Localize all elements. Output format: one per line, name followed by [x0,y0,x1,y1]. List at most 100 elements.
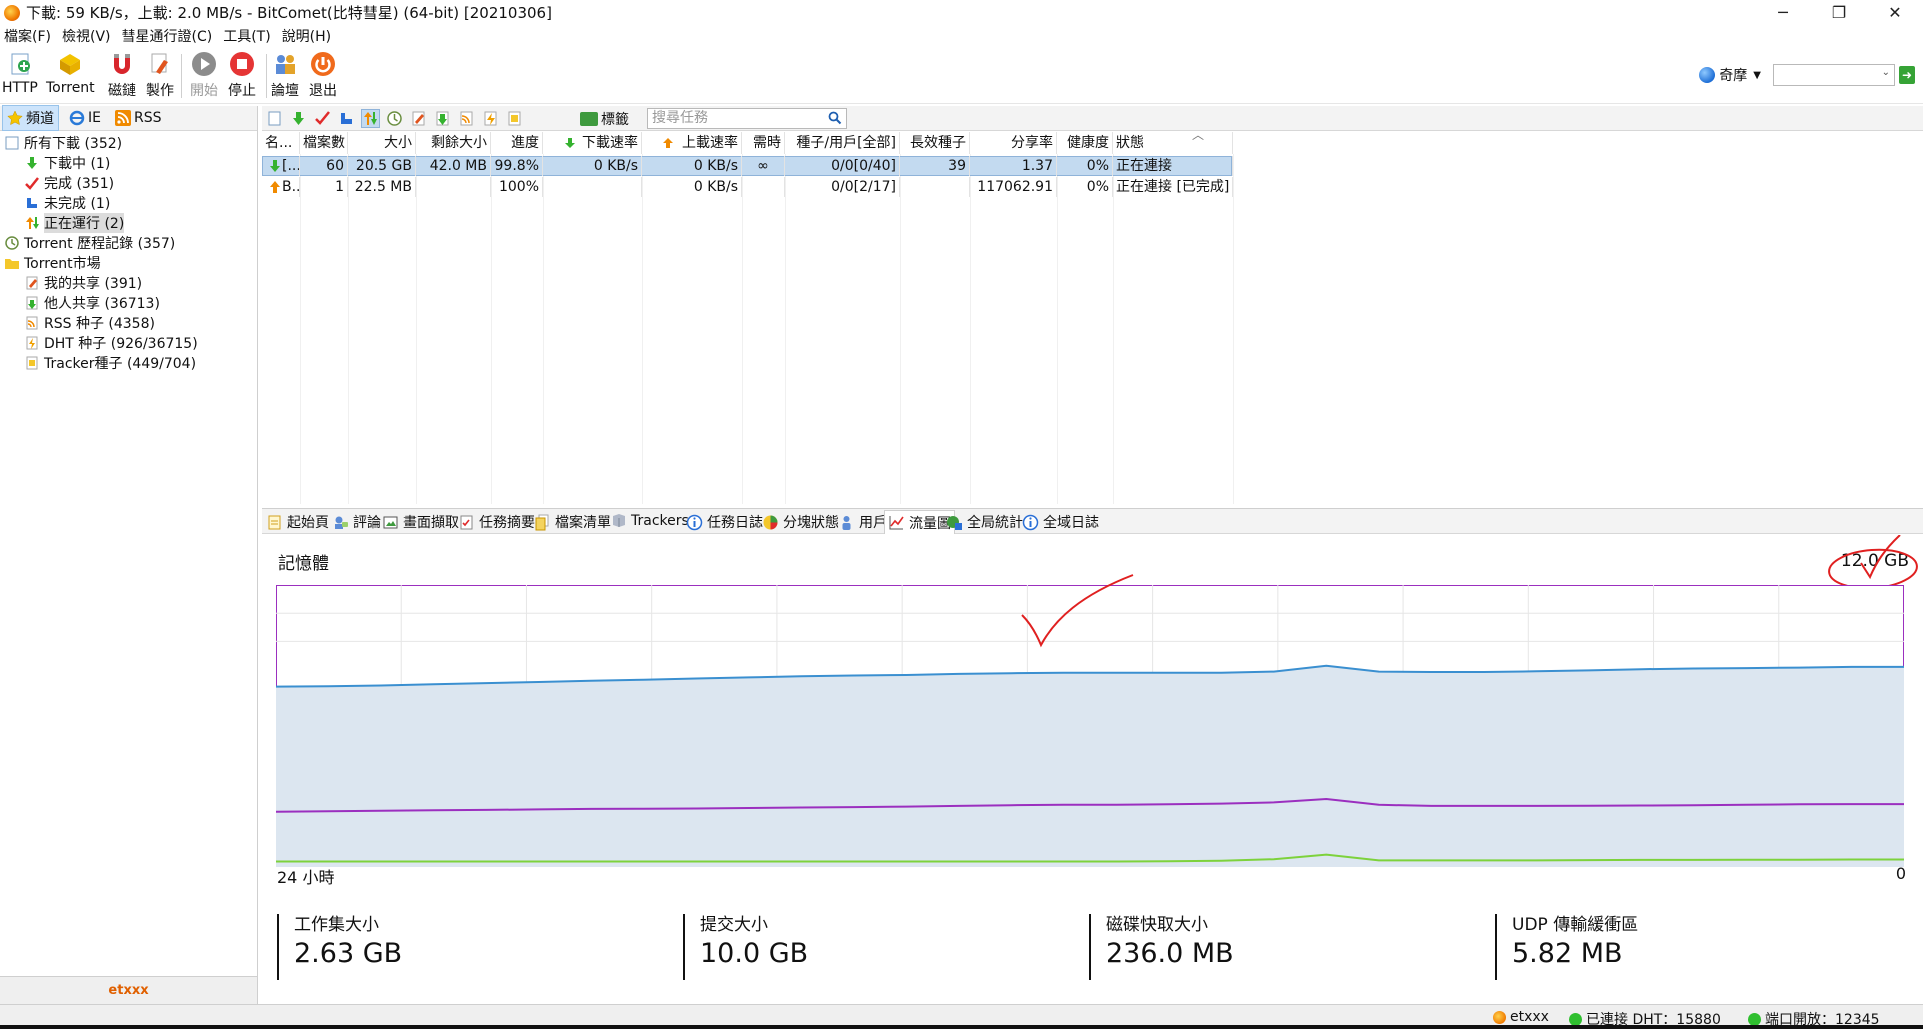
incomplete-icon[interactable] [338,110,355,127]
col-header-health[interactable]: 健康度 [1057,132,1113,154]
col-header-share-ratio[interactable]: 分享率 [970,132,1057,154]
search-icon[interactable] [828,111,842,125]
http-button[interactable]: HTTP [2,50,38,96]
tab-traffic-graph[interactable]: 流量圖 [884,510,955,534]
tree-item-incomplete[interactable]: 未完成 (1) [24,193,110,213]
col-header-eta[interactable]: 需時 [742,132,785,154]
search-go-button[interactable]: ➜ [1899,66,1915,84]
running-filter-icon[interactable] [361,109,380,128]
tab-task-log[interactable]: 任務日誌 [686,512,763,532]
menu-help[interactable]: 說明(H) [282,26,331,46]
downloading-icon [270,160,280,172]
user-footer[interactable]: etxxx [0,976,257,1004]
tab-start-page[interactable]: 起始頁 [266,512,329,532]
tab-peers[interactable]: 用戶 [838,512,887,532]
tab-piece-status[interactable]: 分塊狀態 [762,512,839,532]
task-health-cell: 0% [1057,156,1113,176]
tree-item-my-share[interactable]: 我的共享 (391) [24,273,142,293]
new-task-icon[interactable] [266,110,283,127]
task-eta-cell [742,177,785,197]
task-files-cell: 1 [300,177,348,197]
tab-file-list[interactable]: 檔案清單 [534,512,611,532]
dht-status-dot-icon [1569,1012,1582,1026]
minimize-button[interactable]: ─ [1755,0,1811,25]
col-header-size[interactable]: 大小 [348,132,416,154]
tab-task-summary[interactable]: 任務摘要 [458,512,535,532]
menu-tools[interactable]: 工具(T) [223,26,270,46]
menu-file[interactable]: 檔案(F) [4,26,51,46]
tab-screenshots[interactable]: 畫面擷取 [382,512,459,532]
tab-rss[interactable]: RSS [111,108,166,128]
stop-button[interactable]: 停止 [228,50,256,100]
maximize-button[interactable]: ❐ [1811,0,1867,25]
tree-item-history[interactable]: Torrent 歷程記錄 (357) [4,233,175,253]
toolbar-separator [181,54,182,98]
uploading-icon [270,181,280,193]
task-remaining-cell [416,177,491,197]
tree-item-running[interactable]: 正在運行 (2) [24,213,125,233]
col-header-status[interactable]: 狀態 [1113,132,1233,154]
col-header-long-seeds[interactable]: 長效種子 [900,132,970,154]
tag-button[interactable]: 標籤 [580,109,629,129]
incomplete-icon [24,195,40,211]
others-share-icon[interactable] [434,110,451,127]
close-button[interactable]: ✕ [1867,0,1923,25]
task-seeds-cell: 0/0[2/17] [785,177,900,197]
task-search-input[interactable]: 搜尋任務 [647,108,847,129]
col-header-files[interactable]: 檔案數 [300,132,348,154]
tree-item-torrent-market[interactable]: Torrent市場 [4,253,101,273]
menu-comet-pass[interactable]: 彗星通行證(C) [122,26,213,46]
download-arrow-icon[interactable] [290,110,307,127]
tree-item-all-downloads[interactable]: 所有下載 (352) [4,133,122,153]
my-share-icon[interactable] [410,110,427,127]
tab-comments[interactable]: 評論 [332,512,381,532]
completed-check-icon[interactable] [314,110,331,127]
tree-item-others-share[interactable]: 他人共享 (36713) [24,293,160,313]
tab-ie[interactable]: IE [65,108,105,128]
tab-trackers[interactable]: Trackers [610,512,689,529]
exit-button[interactable]: 退出 [309,50,337,100]
tracker-seed-icon[interactable] [506,110,523,127]
history-icon[interactable] [386,110,403,127]
col-header-remaining[interactable]: 剩餘大小 [416,132,491,154]
search-engine-selector[interactable]: 奇摩 ▼ [1699,65,1761,85]
sort-caret-icon: ︿ [1192,128,1205,142]
col-header-upload-rate[interactable]: 上載速率 [642,132,742,154]
col-header-seeds-peers[interactable]: 種子/用戶[全部] [785,132,900,154]
tree-item-completed[interactable]: 完成 (351) [24,173,114,193]
forum-button[interactable]: 論壇 [271,50,299,100]
tab-global-stats[interactable]: 全局統計 [946,512,1023,532]
tree-item-downloading[interactable]: 下載中 (1) [24,153,110,173]
rss-seed-icon[interactable] [458,110,475,127]
torrent-button[interactable]: Torrent [46,50,95,96]
status-user[interactable]: etxxx [1493,1009,1549,1025]
task-upload-rate-cell: 0 KB/s [642,177,742,197]
left-sidebar: 頻道 IE RSS 所有下載 (352) 下載中 (1) 完成 (351) 未完… [0,105,258,1004]
chevron-down-icon[interactable]: ⌄ [1882,67,1890,78]
task-eta-cell: ∞ [742,156,785,176]
task-seeds-cell: 0/0[0/40] [785,156,900,176]
tab-channels[interactable]: 頻道 [2,105,59,131]
toolbar-separator [266,54,267,98]
tree-item-rss-seeds[interactable]: RSS 种子 (4358) [24,313,155,333]
make-torrent-button[interactable]: 製作 [146,50,174,100]
col-header-download-rate[interactable]: 下載速率 [543,132,642,154]
task-long-seeds-cell [900,177,970,197]
web-search-input[interactable]: ⌄ [1773,64,1895,86]
chart-x-start-label: 24 小時 [277,868,335,887]
menu-view[interactable]: 檢視(V) [62,26,111,46]
magnet-button[interactable]: 磁鏈 [108,50,136,100]
caret-down-icon: ▼ [1753,69,1761,81]
task-upload-rate-cell: 0 KB/s [642,156,742,176]
tab-global-log[interactable]: 全域日誌 [1022,512,1099,532]
col-header-name[interactable]: 名... [262,132,300,154]
tree-item-dht-seeds[interactable]: DHT 种子 (926/36715) [24,333,198,353]
commit-size-area [276,665,1904,867]
start-button[interactable]: 開始 [190,50,218,100]
col-header-progress[interactable]: 進度 [491,132,543,154]
play-icon [192,52,216,76]
make-torrent-icon [151,53,168,74]
tree-item-tracker-seeds[interactable]: Tracker種子 (449/704) [24,353,196,373]
dht-seed-icon[interactable] [482,110,499,127]
ie-icon [69,110,85,126]
